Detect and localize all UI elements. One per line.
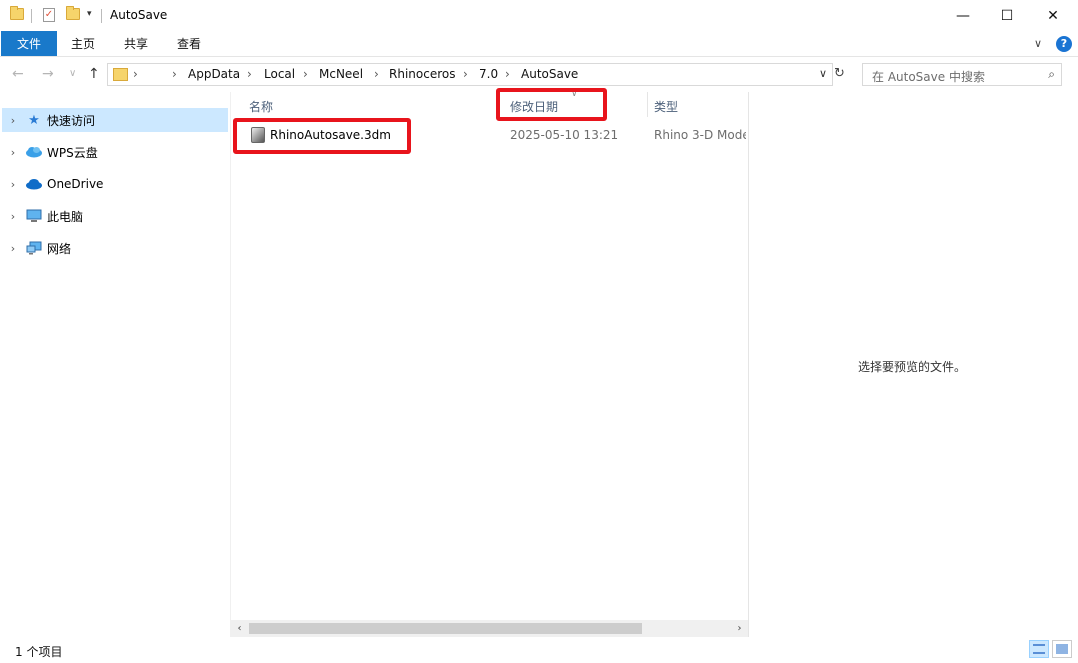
computer-icon <box>25 209 43 223</box>
table-row[interactable]: RhinoAutosave.3dm 2025-05-10 13:21 Rhino… <box>239 125 746 147</box>
breadcrumb-separator[interactable]: › <box>133 67 138 81</box>
search-input[interactable]: 在 AutoSave 中搜索 <box>872 68 985 85</box>
ribbon-expand-icon[interactable]: ∨ <box>1034 37 1042 50</box>
column-header-date[interactable]: 修改日期 <box>510 98 558 115</box>
expand-arrow-icon[interactable]: › <box>5 210 21 223</box>
tab-share[interactable]: 共享 <box>124 31 148 56</box>
sidebar-item-quick-access[interactable]: › ★ 快速访问 <box>2 108 228 132</box>
sidebar-item-label: 此电脑 <box>47 209 84 224</box>
column-separator[interactable] <box>496 92 497 117</box>
network-icon <box>25 241 43 255</box>
address-bar[interactable]: › › AppData › Local › McNeel › Rhinocero… <box>107 63 833 86</box>
divider <box>31 9 32 23</box>
expand-arrow-icon[interactable]: › <box>5 114 21 127</box>
column-header-type[interactable]: 类型 <box>654 98 678 115</box>
search-box[interactable]: 在 AutoSave 中搜索 ⌕ <box>862 63 1062 86</box>
rhino-file-icon <box>251 127 265 143</box>
sidebar-item-label: 网络 <box>47 241 72 256</box>
ribbon: 文件 主页 共享 查看 ∨ ? <box>0 31 1078 57</box>
back-button[interactable]: ← <box>12 66 24 82</box>
tab-view[interactable]: 查看 <box>177 31 201 56</box>
search-icon[interactable]: ⌕ <box>1048 67 1055 82</box>
breadcrumb-separator[interactable]: › <box>172 67 177 81</box>
wps-cloud-icon <box>25 145 43 159</box>
large-icons-view-icon <box>1056 644 1068 654</box>
details-view-button[interactable] <box>1029 640 1049 658</box>
address-dropdown-icon[interactable]: ∨ <box>819 67 827 80</box>
sort-indicator-icon: ∨ <box>571 89 578 99</box>
sidebar-item-network[interactable]: › 网络 <box>2 236 228 260</box>
sidebar-item-label: WPS云盘 <box>47 145 98 160</box>
maximize-button[interactable]: ☐ <box>984 0 1030 31</box>
breadcrumb-separator[interactable]: › <box>505 67 510 81</box>
scrollbar-thumb[interactable] <box>249 623 642 634</box>
sidebar-item-label: 快速访问 <box>47 113 96 128</box>
breadcrumb-separator[interactable]: › <box>463 67 468 81</box>
status-bar: 1 个项目 <box>0 637 1078 663</box>
navigation-pane: › ★ 快速访问 › WPS云盘 › OneDrive › 此电脑 › 网络 <box>0 100 230 636</box>
divider <box>101 9 102 23</box>
onedrive-cloud-icon <box>25 177 43 191</box>
file-list: 名称 修改日期 ∨ 类型 RhinoAutosave.3dm 2025-05-1… <box>231 89 748 637</box>
sidebar-item-onedrive[interactable]: › OneDrive <box>2 172 228 196</box>
details-view-icon <box>1033 644 1045 654</box>
large-icons-view-button[interactable] <box>1052 640 1072 658</box>
scroll-right-icon[interactable]: › <box>731 621 748 636</box>
title-bar: ✓ ▾ AutoSave — ☐ ✕ <box>0 0 1078 31</box>
window-title: AutoSave <box>110 8 168 22</box>
file-date: 2025-05-10 13:21 <box>510 128 619 142</box>
help-icon[interactable]: ? <box>1056 36 1072 52</box>
quick-access-dropdown-icon[interactable]: ▾ <box>87 9 92 19</box>
preview-divider[interactable] <box>748 92 749 637</box>
tab-file[interactable]: 文件 <box>1 31 57 56</box>
navigation-bar: ← → ∨ ↑ › › AppData › Local › McNeel › R… <box>0 57 1078 91</box>
breadcrumb-separator[interactable]: › <box>247 67 252 81</box>
expand-arrow-icon[interactable]: › <box>5 178 21 191</box>
recent-locations-button[interactable]: ∨ <box>69 68 76 79</box>
column-separator[interactable] <box>647 92 648 117</box>
scroll-left-icon[interactable]: ‹ <box>231 621 248 636</box>
breadcrumb-local[interactable]: Local <box>264 67 295 81</box>
folder-icon <box>10 6 24 20</box>
breadcrumb-appdata[interactable]: AppData <box>188 67 240 81</box>
folder-icon <box>113 68 128 81</box>
breadcrumb-autosave[interactable]: AutoSave <box>521 67 578 81</box>
file-name[interactable]: RhinoAutosave.3dm <box>270 128 391 142</box>
horizontal-scrollbar[interactable]: ‹ › <box>231 620 748 637</box>
breadcrumb-separator[interactable]: › <box>303 67 308 81</box>
sidebar-item-this-pc[interactable]: › 此电脑 <box>2 204 228 228</box>
tab-home[interactable]: 主页 <box>71 31 95 56</box>
new-folder-icon[interactable] <box>66 6 80 20</box>
breadcrumb-version[interactable]: 7.0 <box>479 67 498 81</box>
sidebar-item-wps-cloud[interactable]: › WPS云盘 <box>2 140 228 164</box>
up-button[interactable]: ↑ <box>88 66 100 82</box>
expand-arrow-icon[interactable]: › <box>5 146 21 159</box>
close-button[interactable]: ✕ <box>1030 0 1076 31</box>
star-icon: ★ <box>28 112 40 128</box>
forward-button[interactable]: → <box>42 66 54 82</box>
breadcrumb-rhinoceros[interactable]: Rhinoceros <box>389 67 455 81</box>
column-header-name[interactable]: 名称 <box>249 98 273 115</box>
properties-check-icon[interactable]: ✓ <box>43 8 55 22</box>
preview-empty-message: 选择要预览的文件。 <box>858 360 967 374</box>
breadcrumb-separator[interactable]: › <box>374 67 379 81</box>
sidebar-item-label: OneDrive <box>47 177 104 191</box>
expand-arrow-icon[interactable]: › <box>5 242 21 255</box>
refresh-icon[interactable]: ↻ <box>834 66 845 81</box>
breadcrumb-mcneel[interactable]: McNeel <box>319 67 363 81</box>
file-type: Rhino 3-D Model <box>654 128 746 142</box>
minimize-button[interactable]: — <box>940 0 986 31</box>
item-count: 1 个项目 <box>15 645 63 659</box>
